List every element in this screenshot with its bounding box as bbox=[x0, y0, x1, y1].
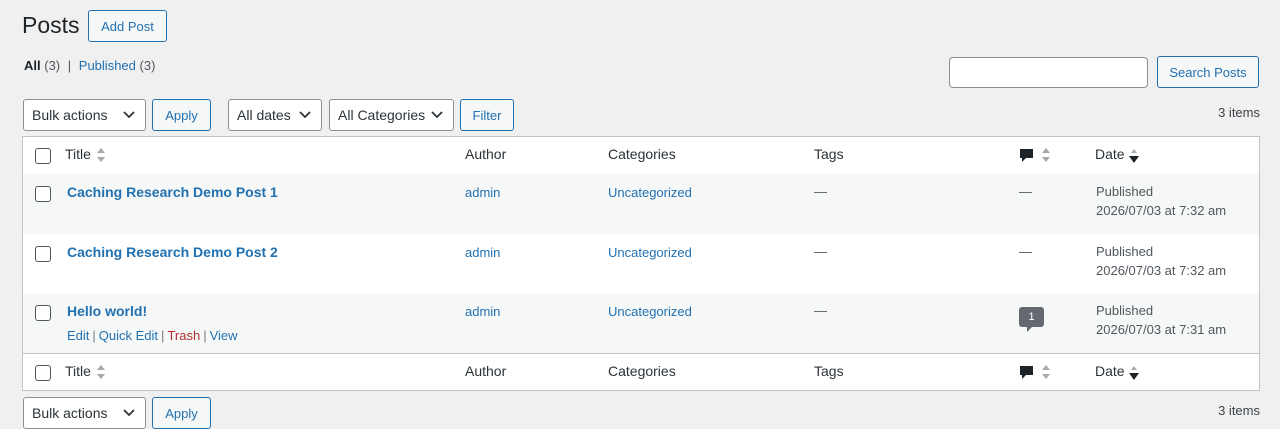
sort-arrows-icon[interactable] bbox=[1041, 147, 1051, 163]
bulk-actions-label: Bulk actions bbox=[32, 107, 108, 123]
author-column-footer: Author bbox=[465, 363, 507, 379]
sort-arrows-icon[interactable] bbox=[96, 364, 106, 380]
table-header-row: Title Author Categories Tags Date bbox=[23, 137, 1259, 175]
categories-select[interactable]: All Categories bbox=[329, 99, 454, 131]
view-published-link[interactable]: Published bbox=[79, 58, 136, 73]
author-link[interactable]: admin bbox=[465, 304, 500, 319]
action-separator: | bbox=[203, 328, 207, 343]
bulk-actions-select-bottom[interactable]: Bulk actions bbox=[23, 397, 146, 429]
search-posts-input[interactable] bbox=[949, 57, 1148, 88]
category-link[interactable]: Uncategorized bbox=[608, 185, 692, 200]
sort-arrows-icon[interactable] bbox=[1041, 364, 1051, 380]
chevron-down-icon bbox=[431, 111, 443, 119]
sort-desc-icon[interactable] bbox=[1129, 365, 1139, 381]
tags-column-footer: Tags bbox=[814, 363, 844, 379]
post-status: Published bbox=[1096, 244, 1154, 259]
chevron-down-icon bbox=[123, 409, 135, 417]
action-separator: | bbox=[161, 328, 165, 343]
row-checkbox[interactable] bbox=[35, 246, 51, 262]
add-post-button[interactable]: Add Post bbox=[88, 10, 167, 42]
categories-label: All Categories bbox=[338, 107, 426, 123]
edit-link[interactable]: Edit bbox=[67, 328, 89, 343]
post-date: 2026/07/03 at 7:31 am bbox=[1096, 322, 1227, 337]
post-date: 2026/07/03 at 7:32 am bbox=[1096, 203, 1227, 218]
tags-value: — bbox=[814, 244, 827, 259]
comments-value: — bbox=[1019, 184, 1032, 199]
author-column-header: Author bbox=[465, 146, 507, 162]
apply-button-bottom[interactable]: Apply bbox=[152, 397, 211, 429]
posts-table: Title Author Categories Tags Date Cachin… bbox=[22, 136, 1260, 391]
author-link[interactable]: admin bbox=[465, 245, 500, 260]
table-footer-row: Title Author Categories Tags Date bbox=[23, 353, 1259, 391]
dates-select[interactable]: All dates bbox=[228, 99, 322, 131]
comment-count-bubble[interactable]: 1 bbox=[1019, 307, 1044, 332]
title-column-footer[interactable]: Title bbox=[65, 363, 91, 379]
post-status: Published bbox=[1096, 184, 1154, 199]
action-separator: | bbox=[92, 328, 96, 343]
tags-column-header: Tags bbox=[814, 146, 844, 162]
comments-value: — bbox=[1019, 244, 1032, 259]
table-row: Caching Research Demo Post 2 admin Uncat… bbox=[23, 234, 1259, 294]
dates-label: All dates bbox=[237, 107, 291, 123]
select-all-checkbox[interactable] bbox=[35, 148, 51, 164]
post-status: Published bbox=[1096, 303, 1154, 318]
date-column-header[interactable]: Date bbox=[1095, 146, 1125, 162]
sort-arrows-icon[interactable] bbox=[96, 147, 106, 163]
comment-icon[interactable] bbox=[1019, 365, 1034, 381]
table-row: Caching Research Demo Post 1 admin Uncat… bbox=[23, 174, 1259, 234]
post-title-link[interactable]: Hello world! bbox=[67, 303, 147, 319]
post-title-link[interactable]: Caching Research Demo Post 1 bbox=[67, 184, 278, 200]
tags-value: — bbox=[814, 184, 827, 199]
date-column-footer[interactable]: Date bbox=[1095, 363, 1125, 379]
author-link[interactable]: admin bbox=[465, 185, 500, 200]
comment-icon[interactable] bbox=[1019, 148, 1034, 164]
tags-value: — bbox=[814, 303, 827, 318]
page-title: Posts bbox=[22, 12, 80, 38]
items-count-bottom: 3 items bbox=[1218, 403, 1260, 418]
date-cell: Published 2026/07/03 at 7:32 am bbox=[1096, 182, 1226, 220]
bulk-actions-label: Bulk actions bbox=[32, 405, 108, 421]
chevron-down-icon bbox=[123, 111, 135, 119]
items-count-top: 3 items bbox=[1218, 105, 1260, 120]
categories-column-header: Categories bbox=[608, 146, 676, 162]
categories-column-footer: Categories bbox=[608, 363, 676, 379]
view-all-count: (3) bbox=[44, 58, 61, 73]
category-link[interactable]: Uncategorized bbox=[608, 304, 692, 319]
post-status-views: All (3) | Published (3) bbox=[24, 58, 155, 74]
post-date: 2026/07/03 at 7:32 am bbox=[1096, 263, 1227, 278]
date-cell: Published 2026/07/03 at 7:32 am bbox=[1096, 242, 1226, 280]
row-actions: Edit | Quick Edit | Trash | View bbox=[67, 328, 238, 343]
bulk-actions-select-top[interactable]: Bulk actions bbox=[23, 99, 146, 131]
chevron-down-icon bbox=[299, 111, 311, 119]
sort-desc-icon[interactable] bbox=[1129, 148, 1139, 164]
row-checkbox[interactable] bbox=[35, 305, 51, 321]
view-all-link[interactable]: All bbox=[24, 58, 41, 73]
filter-button[interactable]: Filter bbox=[460, 99, 514, 131]
row-checkbox[interactable] bbox=[35, 186, 51, 202]
view-published-count: (3) bbox=[139, 58, 156, 73]
trash-link[interactable]: Trash bbox=[167, 328, 200, 343]
select-all-checkbox-bottom[interactable] bbox=[35, 365, 51, 381]
apply-button-top[interactable]: Apply bbox=[152, 99, 211, 131]
quick-edit-link[interactable]: Quick Edit bbox=[99, 328, 158, 343]
view-separator: | bbox=[67, 58, 72, 73]
post-title-link[interactable]: Caching Research Demo Post 2 bbox=[67, 244, 278, 260]
date-cell: Published 2026/07/03 at 7:31 am bbox=[1096, 301, 1226, 339]
search-posts-button[interactable]: Search Posts bbox=[1157, 56, 1259, 88]
title-column-header[interactable]: Title bbox=[65, 146, 91, 162]
table-row: Hello world! Edit | Quick Edit | Trash | View … bbox=[23, 294, 1259, 353]
view-link[interactable]: View bbox=[210, 328, 238, 343]
category-link[interactable]: Uncategorized bbox=[608, 245, 692, 260]
